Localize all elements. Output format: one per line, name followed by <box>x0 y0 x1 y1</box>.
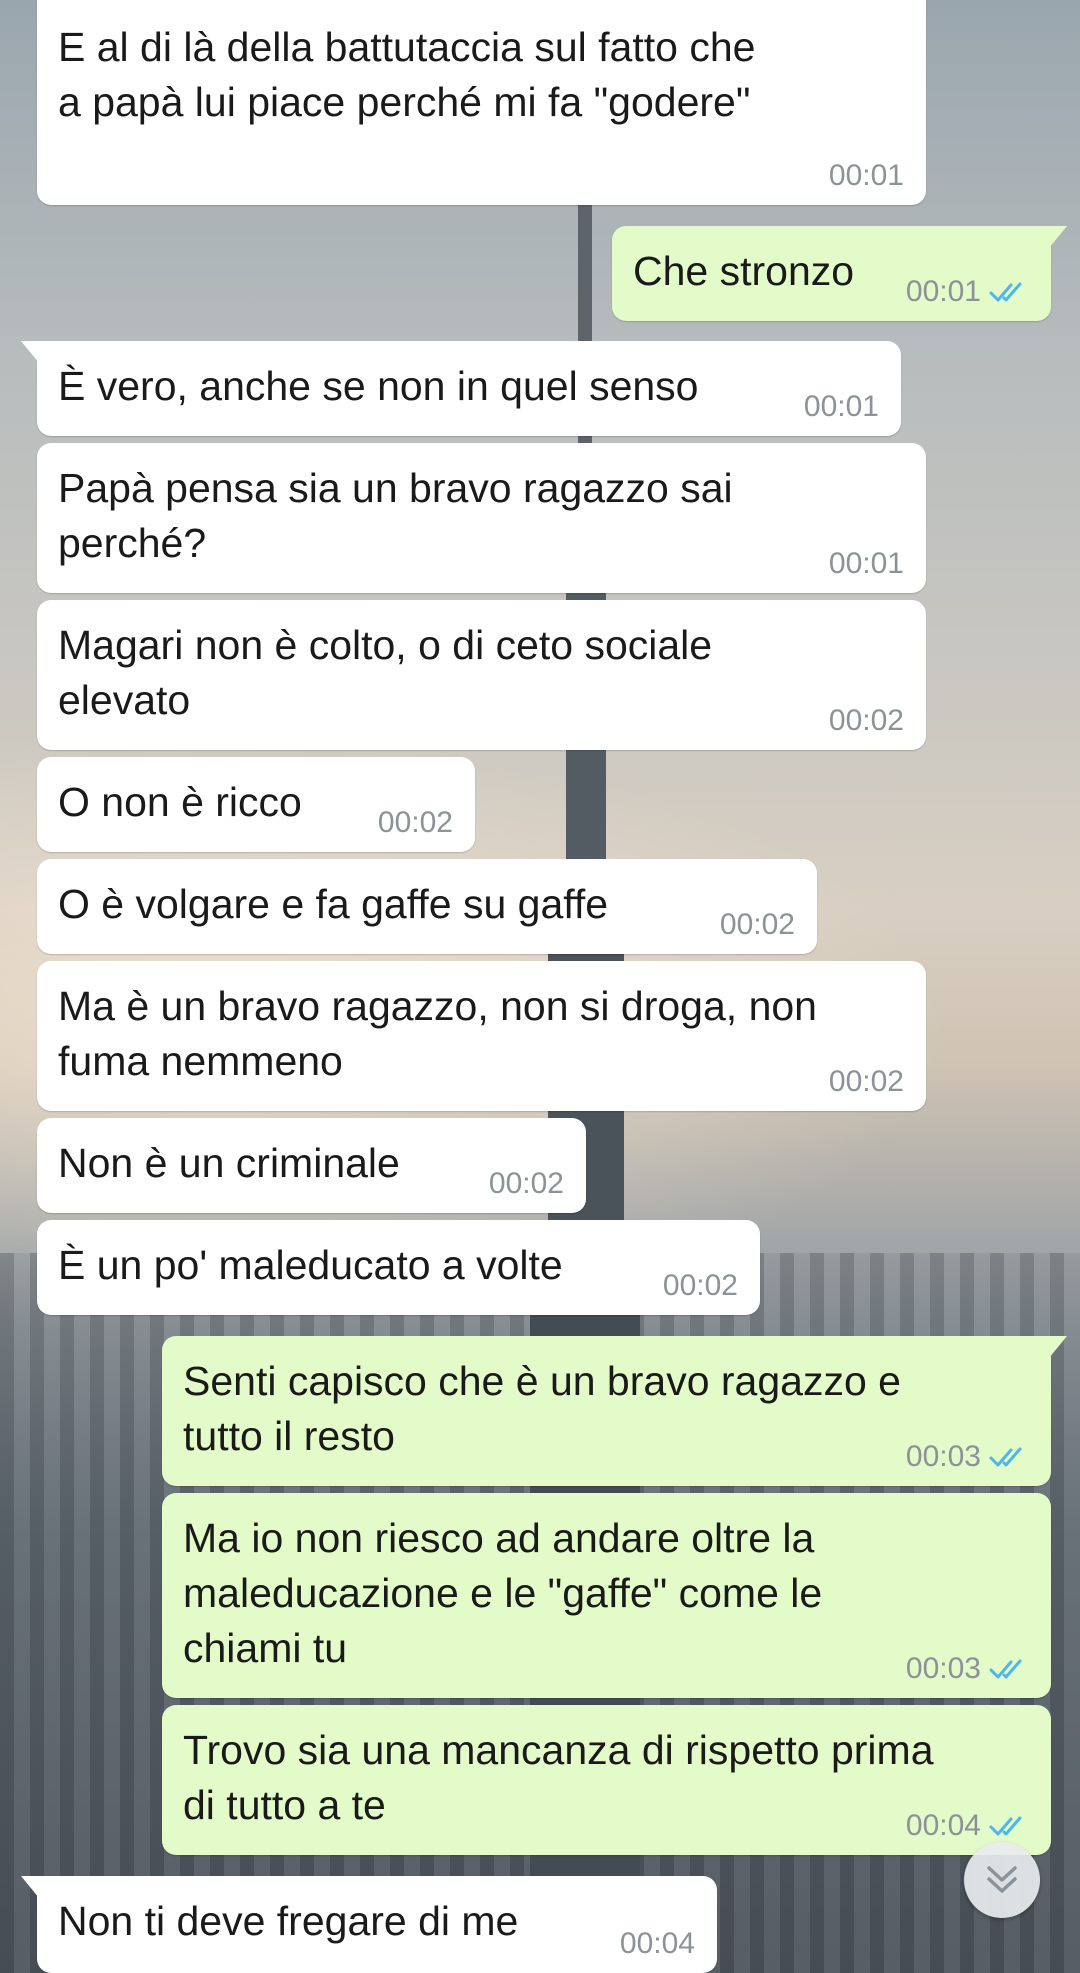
message-time: 00:02 <box>719 908 795 941</box>
message-time: 00:04 <box>905 1809 981 1842</box>
message-text: Che stronzo <box>633 248 855 294</box>
message-text: E al di là della battutaccia sul fatto c… <box>58 24 756 125</box>
message-time: 00:01 <box>828 547 904 580</box>
message-bubble-outgoing[interactable]: Senti capisco che è un bravo ragazzo e t… <box>162 1336 1067 1486</box>
message-meta: 00:03 <box>906 1440 1029 1474</box>
message-text: Non ti deve fregare di me <box>58 1898 519 1944</box>
message-time: 00:02 <box>828 704 904 737</box>
read-receipt-icon <box>989 1659 1022 1679</box>
message-bubble-incoming[interactable]: È vero, anche se non in quel senso 00:01 <box>21 341 901 436</box>
message-text: Trovo sia una mancanza di rispetto prima… <box>183 1727 934 1828</box>
message-meta: 00:02 <box>829 1065 904 1099</box>
message-time: 00:01 <box>803 390 879 423</box>
message-bubble-incoming[interactable]: E al di là della battutaccia sul fatto c… <box>37 0 926 205</box>
message-bubble-incoming[interactable]: Papà pensa sia un bravo ragazzo sai perc… <box>37 443 926 593</box>
message-meta: 00:01 <box>906 275 1029 309</box>
message-meta: 00:03 <box>906 1652 1029 1686</box>
message-bubble-incoming[interactable]: Ma è un bravo ragazzo, non si droga, non… <box>37 961 926 1111</box>
bubble-tail <box>21 1876 39 1898</box>
message-time: 00:02 <box>377 806 453 839</box>
read-receipt-icon <box>989 1447 1022 1467</box>
message-text: O non è ricco <box>58 779 302 825</box>
message-text: Non è un criminale <box>58 1140 400 1186</box>
read-receipt-icon <box>989 1816 1022 1836</box>
message-meta: 00:02 <box>829 704 904 738</box>
message-meta: 00:01 <box>829 159 904 193</box>
message-text: Magari non è colto, o di ceto sociale el… <box>58 622 713 723</box>
message-bubble-outgoing[interactable]: Ma io non riesco ad andare oltre la male… <box>162 1493 1051 1698</box>
message-bubble-incoming[interactable]: O è volgare e fa gaffe su gaffe 00:02 <box>37 859 817 954</box>
message-time: 00:03 <box>905 1440 981 1473</box>
message-bubble-outgoing[interactable]: Che stronzo 00:01 <box>612 226 1067 321</box>
bubble-tail <box>1049 1336 1067 1358</box>
message-text: Ma è un bravo ragazzo, non si droga, non… <box>58 983 817 1084</box>
message-time: 00:01 <box>905 275 981 308</box>
message-meta: 00:02 <box>489 1167 564 1201</box>
message-bubble-incoming[interactable]: Magari non è colto, o di ceto sociale el… <box>37 600 926 750</box>
message-list[interactable]: E al di là della battutaccia sul fatto c… <box>0 0 1080 1973</box>
message-text: Ma io non riesco ad andare oltre la male… <box>183 1515 823 1671</box>
message-time: 00:01 <box>828 159 904 192</box>
message-meta: 00:02 <box>663 1269 738 1303</box>
message-meta: 00:04 <box>620 1927 695 1961</box>
message-text: O è volgare e fa gaffe su gaffe <box>58 881 609 927</box>
scroll-to-bottom-button[interactable] <box>964 1842 1040 1918</box>
message-time: 00:02 <box>662 1269 738 1302</box>
double-chevron-down-icon <box>987 1866 1017 1893</box>
message-text: Senti capisco che è un bravo ragazzo e t… <box>183 1358 901 1459</box>
message-time: 00:03 <box>905 1652 981 1685</box>
message-time: 00:04 <box>619 1927 695 1960</box>
message-meta: 00:01 <box>804 390 879 424</box>
message-text: Papà pensa sia un bravo ragazzo sai perc… <box>58 465 733 566</box>
message-text: È vero, anche se non in quel senso <box>58 363 699 409</box>
message-bubble-outgoing[interactable]: Trovo sia una mancanza di rispetto prima… <box>162 1705 1051 1855</box>
message-meta: 00:02 <box>378 806 453 840</box>
message-bubble-incoming[interactable]: È un po' maleducato a volte 00:02 <box>37 1220 760 1315</box>
message-bubble-incoming[interactable]: O non è ricco 00:02 <box>37 757 475 852</box>
message-meta: 00:02 <box>720 908 795 942</box>
message-time: 00:02 <box>488 1167 564 1200</box>
message-text: È un po' maleducato a volte <box>58 1242 563 1288</box>
message-meta: 00:04 <box>906 1809 1029 1843</box>
message-time: 00:02 <box>828 1065 904 1098</box>
read-receipt-icon <box>989 282 1022 302</box>
bubble-tail <box>1049 226 1067 248</box>
message-bubble-incoming[interactable]: Non è un criminale 00:02 <box>37 1118 586 1213</box>
message-meta: 00:01 <box>829 547 904 581</box>
bubble-tail <box>21 341 39 363</box>
message-bubble-incoming[interactable]: Non ti deve fregare di me 00:04 <box>21 1876 717 1973</box>
